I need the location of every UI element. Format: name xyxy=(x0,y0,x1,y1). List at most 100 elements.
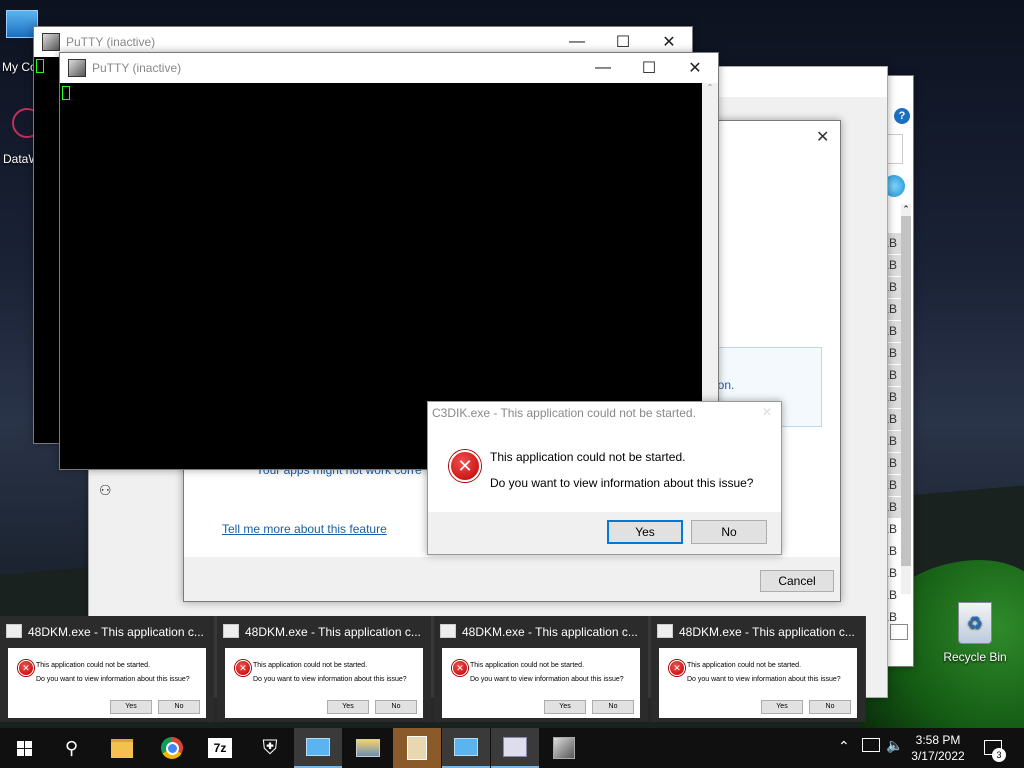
taskbar-thumbnail[interactable]: 48DKM.exe - This application c... ✕ This… xyxy=(434,616,648,722)
maximize-icon[interactable]: ☐ xyxy=(626,53,672,83)
thumbnail-line1: This application could not be started. xyxy=(253,662,368,669)
network-icon[interactable] xyxy=(862,738,880,752)
no-button: No xyxy=(592,700,634,714)
taskbar-7zip[interactable]: 7z xyxy=(196,728,244,768)
putty-titlebar[interactable]: PuTTY (inactive) — ☐ ✕ xyxy=(60,53,718,83)
start-button[interactable] xyxy=(0,728,48,768)
notification-badge: 3 xyxy=(992,748,1006,762)
7zip-icon: 7z xyxy=(208,738,232,758)
dialog-body xyxy=(428,424,781,512)
shield-icon: ⛨ xyxy=(262,736,278,759)
no-button: No xyxy=(158,700,200,714)
terminal-cursor xyxy=(62,86,70,100)
thumbnail-preview: ✕ This application could not be started.… xyxy=(8,648,206,718)
thumbnail-preview: ✕ This application could not be started.… xyxy=(442,648,640,718)
tell-me-more-link[interactable]: Tell me more about this feature xyxy=(222,522,387,536)
terminal-cursor xyxy=(36,59,44,73)
thumbnail-title: 48DKM.exe - This application c... xyxy=(6,624,204,639)
close-icon[interactable]: ✕ xyxy=(816,127,829,147)
yes-button: Yes xyxy=(761,700,803,714)
thumbnail-title: 48DKM.exe - This application c... xyxy=(223,624,421,639)
taskbar-chrome[interactable] xyxy=(148,728,196,768)
thumbnail-line1: This application could not be started. xyxy=(36,662,151,669)
taskbar-file-explorer[interactable] xyxy=(98,728,146,768)
chrome-icon xyxy=(161,737,183,759)
scrollbar-thumb[interactable] xyxy=(901,216,911,566)
taskbar-thumbnail[interactable]: 48DKM.exe - This application c... ✕ This… xyxy=(651,616,865,722)
error-icon: ✕ xyxy=(452,660,468,676)
volume-icon[interactable]: 🔈 xyxy=(886,737,903,754)
error-dialog-titlebar[interactable]: C3DIK.exe - This application could not b… xyxy=(428,402,781,424)
desktop-icon-label: Recycle Bin xyxy=(943,650,1007,664)
folder-icon xyxy=(111,738,133,758)
window-title: PuTTY (inactive) xyxy=(92,61,182,75)
taskbar-archive-app[interactable] xyxy=(393,728,441,768)
error-dialog[interactable]: C3DIK.exe - This application could not b… xyxy=(427,401,782,555)
explorer-icon xyxy=(454,738,478,756)
yes-button: Yes xyxy=(544,700,586,714)
scroll-up-icon[interactable]: ⌃ xyxy=(702,83,718,92)
archive-icon xyxy=(407,736,427,760)
no-button: No xyxy=(375,700,417,714)
error-message-line1: This application could not be started. xyxy=(490,450,686,464)
taskbar-error-dialogs[interactable] xyxy=(491,728,539,768)
yes-button: Yes xyxy=(327,700,369,714)
clock[interactable]: 3:58 PM 3/17/2022 xyxy=(906,732,970,764)
no-button[interactable]: No xyxy=(691,520,767,544)
clock-time: 3:58 PM xyxy=(915,733,961,747)
thumbnail-title: 48DKM.exe - This application c... xyxy=(657,624,855,639)
scroll-up-icon[interactable]: ⌃ xyxy=(901,204,911,214)
window-title: PuTTY (inactive) xyxy=(66,35,156,49)
no-button: No xyxy=(809,700,851,714)
yes-button[interactable]: Yes xyxy=(607,520,683,544)
thumbnail-line2: Do you want to view information about th… xyxy=(253,676,407,683)
close-icon[interactable]: ✕ xyxy=(762,405,772,419)
thumbnail-line2: Do you want to view information about th… xyxy=(470,676,624,683)
taskbar-image-viewer[interactable] xyxy=(344,728,392,768)
thumbnail-title-text: 48DKM.exe - This application c... xyxy=(679,625,855,639)
error-message-line2: Do you want to view information about th… xyxy=(490,476,754,490)
thumbnail-line2: Do you want to view information about th… xyxy=(36,676,190,683)
close-icon[interactable]: ✕ xyxy=(672,53,718,83)
thumbnail-preview: ✕ This application could not be started.… xyxy=(659,648,857,718)
error-icon: ✕ xyxy=(18,660,34,676)
taskbar-putty[interactable] xyxy=(540,728,588,768)
window-error-icon xyxy=(503,737,527,757)
desktop-icon-recycle-bin[interactable]: ♻ Recycle Bin xyxy=(940,602,1010,668)
search-button[interactable]: ⚲ xyxy=(48,728,96,768)
thumbnail-title-text: 48DKM.exe - This application c... xyxy=(28,625,204,639)
help-icon[interactable]: ? xyxy=(894,108,910,124)
vertical-scrollbar[interactable]: ⌃ xyxy=(901,204,911,594)
thumbnail-preview: ✕ This application could not be started.… xyxy=(225,648,423,718)
putty-icon xyxy=(68,59,86,77)
thumbnail-line2: Do you want to view information about th… xyxy=(687,676,841,683)
error-icon: ✕ xyxy=(235,660,251,676)
image-viewer-icon xyxy=(356,739,380,757)
taskbar-thumbnail[interactable]: 48DKM.exe - This application c... ✕ This… xyxy=(217,616,431,722)
window-error-icon xyxy=(657,624,673,638)
window-error-icon xyxy=(6,624,22,638)
dialog-footer xyxy=(184,557,840,601)
error-icon: ✕ xyxy=(669,660,685,676)
window-error-icon xyxy=(440,624,456,638)
people-icon[interactable]: ⚇ xyxy=(99,482,117,500)
recycle-bin-icon: ♻ xyxy=(958,602,992,644)
cancel-button[interactable]: Cancel xyxy=(760,570,834,592)
dialog-title: C3DIK.exe - This application could not b… xyxy=(432,406,696,420)
error-icon: ✕ xyxy=(449,450,481,482)
thumbnail-line1: This application could not be started. xyxy=(687,662,802,669)
taskbar-thumbnail[interactable]: 48DKM.exe - This application c... ✕ This… xyxy=(0,616,214,722)
thumbnail-title: 48DKM.exe - This application c... xyxy=(440,624,638,639)
window-error-icon xyxy=(223,624,239,638)
explorer-icon xyxy=(306,738,330,756)
thumbnail-title-text: 48DKM.exe - This application c... xyxy=(245,625,421,639)
taskbar-explorer-window-1[interactable] xyxy=(294,728,342,768)
minimize-icon[interactable]: — xyxy=(580,53,626,83)
yes-button: Yes xyxy=(110,700,152,714)
taskbar: ⚲ 7z ⛨ ⌃ 🔈 3:58 PM 3/17/2022 3 xyxy=(0,728,1024,768)
large-icons-view-icon[interactable] xyxy=(890,624,908,640)
taskbar-defender[interactable]: ⛨ xyxy=(246,728,294,768)
chevron-up-icon[interactable]: ⌃ xyxy=(838,738,850,755)
thumbnail-title-text: 48DKM.exe - This application c... xyxy=(462,625,638,639)
taskbar-explorer-window-2[interactable] xyxy=(442,728,490,768)
